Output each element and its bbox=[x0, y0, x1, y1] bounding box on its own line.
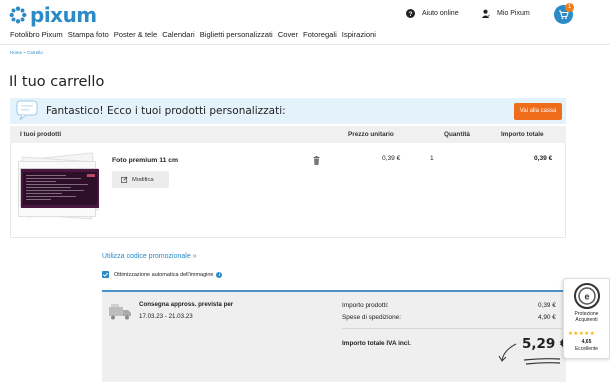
pixum-logo[interactable]: pixum bbox=[9, 3, 97, 27]
header-unit-price: Prezzo unitario bbox=[348, 131, 394, 138]
shipping-value: 4,90 € bbox=[538, 314, 556, 321]
shipping-label: Spese di spedizione: bbox=[342, 314, 401, 321]
nav-item-ispirazioni[interactable]: Ispirazioni bbox=[342, 30, 376, 39]
nav-item-fotoregali[interactable]: Fotoregali bbox=[303, 30, 337, 39]
quantity-value[interactable]: 1 bbox=[430, 155, 434, 162]
products-banner: Fantastico! Ecco i tuoi prodotti persona… bbox=[10, 98, 566, 124]
delivery-truck-icon bbox=[109, 304, 131, 320]
total-label: Importo totale IVA incl. bbox=[342, 340, 411, 347]
nav-divider bbox=[0, 44, 610, 45]
svg-text:e: e bbox=[584, 292, 589, 302]
total-underline-decoration bbox=[498, 343, 561, 365]
account-link[interactable]: Mio Pixum bbox=[481, 9, 530, 18]
nav-item-cover[interactable]: Cover bbox=[278, 30, 298, 39]
products-amount-value: 0,39 € bbox=[538, 302, 556, 309]
trust-line-2: Acquirenti bbox=[575, 317, 598, 323]
nav-item-fotolibro[interactable]: Fotolibro Pixum bbox=[10, 30, 63, 39]
header-total: Importo totale bbox=[501, 131, 544, 138]
trash-icon[interactable] bbox=[313, 156, 320, 165]
banner-text: Fantastico! Ecco i tuoi prodotti persona… bbox=[46, 105, 286, 117]
product-thumbnail[interactable] bbox=[20, 168, 99, 208]
promo-code-link[interactable]: Utilizza codice promozionale » bbox=[102, 253, 197, 260]
summary-divider bbox=[342, 328, 562, 329]
nav-item-stampa-foto[interactable]: Stampa foto bbox=[68, 30, 109, 39]
trust-seal-icon: e bbox=[574, 283, 600, 309]
trust-rating-word: Eccellente bbox=[574, 346, 599, 352]
main-nav: Fotolibro Pixum Stampa foto Poster & tel… bbox=[10, 30, 381, 39]
breadcrumb[interactable]: Home » Carrello bbox=[10, 50, 43, 55]
help-icon: ? bbox=[406, 9, 415, 18]
account-label: Mio Pixum bbox=[497, 10, 530, 17]
unit-price-value: 0,39 € bbox=[382, 155, 401, 162]
help-label: Aiuto online bbox=[422, 10, 459, 17]
info-icon[interactable]: i bbox=[216, 271, 223, 278]
image-optimization-option: Ottimizzazione automatica dell'immagine … bbox=[102, 271, 223, 278]
products-amount-label: Importo prodotti: bbox=[342, 302, 389, 309]
trust-rating: 4,65 bbox=[581, 339, 592, 345]
row-total-value: 0,39 € bbox=[534, 155, 553, 162]
edit-button[interactable]: Modifica bbox=[112, 171, 169, 188]
header-products: I tuoi prodotti bbox=[20, 131, 62, 138]
nav-item-poster-tele[interactable]: Poster & tele bbox=[114, 30, 157, 39]
product-photo-image bbox=[21, 169, 99, 208]
table-header: I tuoi prodotti Prezzo unitario Quantità… bbox=[10, 126, 566, 143]
edit-button-label: Modifica bbox=[132, 176, 154, 183]
nav-item-biglietti[interactable]: Biglietti personalizzati bbox=[200, 30, 273, 39]
rating-stars: ★★★★★ bbox=[568, 331, 596, 337]
logo-flower-icon bbox=[9, 6, 27, 24]
svg-text:?: ? bbox=[409, 11, 413, 18]
optimization-checkbox[interactable] bbox=[102, 271, 109, 278]
help-link[interactable]: ? Aiuto online bbox=[406, 9, 459, 18]
cart-count-badge: 1 bbox=[565, 3, 574, 12]
nav-item-calendari[interactable]: Calendari bbox=[162, 30, 195, 39]
top-bar: pixum ? Aiuto online Mio Pixum 1 bbox=[0, 0, 610, 30]
optimization-label: Ottimizzazione automatica dell'immagine bbox=[114, 271, 214, 278]
logo-text: pixum bbox=[30, 3, 97, 27]
speech-bubble-icon bbox=[16, 100, 38, 121]
product-name: Foto premium 11 cm bbox=[112, 157, 179, 164]
checkout-button[interactable]: Vai alla cassa bbox=[514, 103, 562, 120]
delivery-dates: 17.03.23 - 21.03.23 bbox=[139, 313, 193, 320]
check-icon bbox=[102, 272, 109, 277]
header-quantity: Quantità bbox=[444, 131, 470, 138]
delivery-title: Consegna appross. prevista per bbox=[139, 301, 234, 308]
page-title: Il tuo carrello bbox=[9, 74, 105, 90]
user-icon bbox=[481, 9, 490, 18]
edit-icon bbox=[121, 176, 128, 183]
